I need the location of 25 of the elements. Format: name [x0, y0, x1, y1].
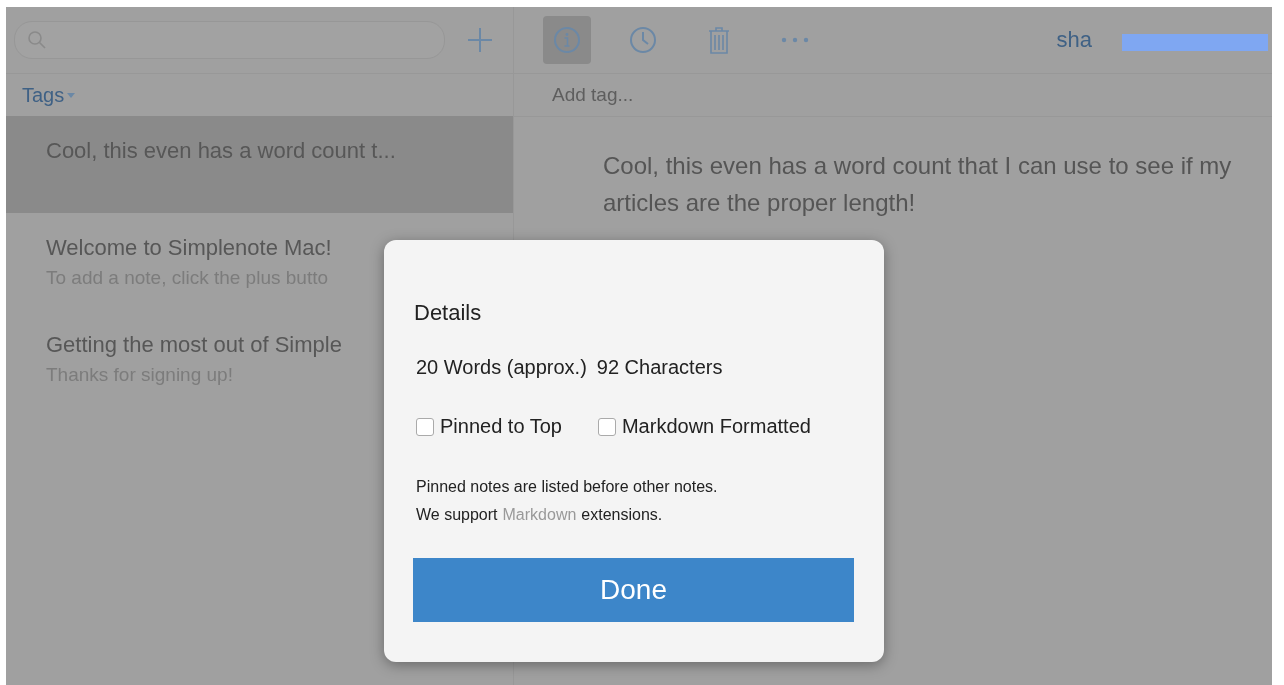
word-count: 20 Words (approx.) — [416, 356, 587, 379]
note-text: Cool, this even has a word count that I can use to see if my articles are the proper length! — [603, 151, 1232, 218]
help-text: Pinned notes are listed before other notes. — [415, 478, 719, 496]
done-button[interactable]: Done — [413, 558, 854, 622]
info-button[interactable] — [543, 16, 591, 64]
search-icon — [27, 30, 47, 50]
dialog-title: Details — [414, 300, 483, 326]
search-field[interactable] — [14, 21, 445, 59]
checkbox[interactable] — [416, 417, 434, 436]
help-text: extensions. — [581, 506, 663, 524]
add-tag-field[interactable]: Add tag... — [550, 83, 799, 107]
markdown-link[interactable]: Markdown — [502, 506, 577, 524]
account-name[interactable]: sha — [1056, 27, 1272, 53]
info-icon — [553, 26, 581, 54]
more-icon — [781, 37, 809, 43]
add-icon[interactable] — [467, 27, 493, 53]
character-count: 92 Characters — [596, 356, 723, 379]
checkbox-label: Pinned to Top — [440, 415, 562, 438]
checkbox-label: Markdown Formatted — [621, 415, 811, 438]
trash-icon — [708, 26, 730, 54]
checkbox[interactable] — [597, 417, 616, 436]
caret-icon — [67, 92, 76, 98]
tags-dropdown[interactable]: Tags — [22, 83, 76, 107]
help-text: We support — [416, 506, 498, 524]
clock-icon — [629, 26, 657, 54]
